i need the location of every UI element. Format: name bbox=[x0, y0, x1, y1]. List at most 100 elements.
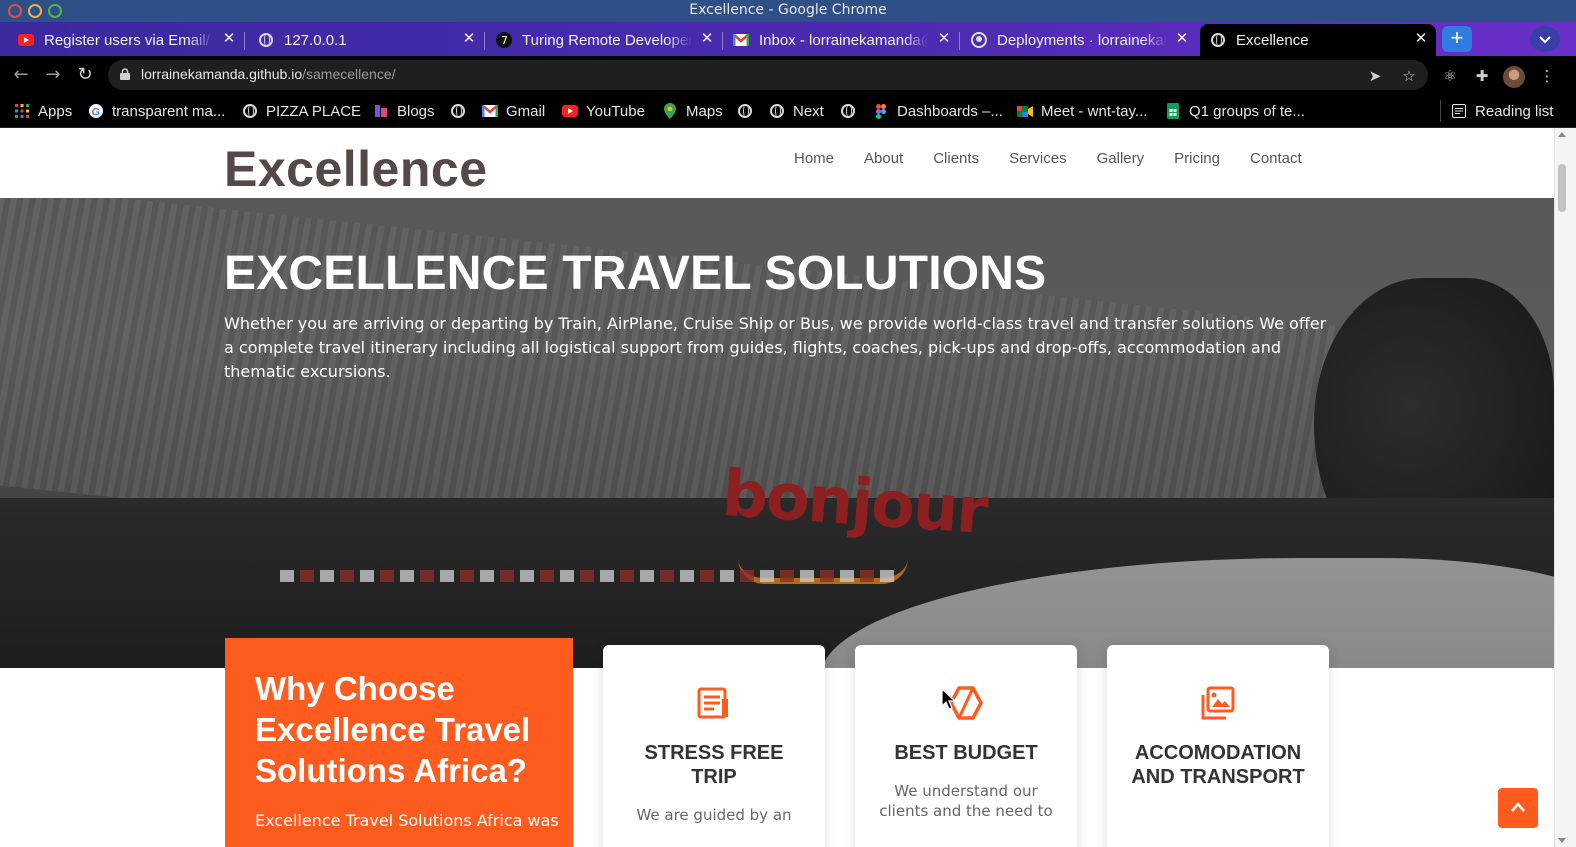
scroll-down-arrow-icon[interactable] bbox=[1558, 838, 1566, 843]
site-logo[interactable]: Excellence bbox=[224, 140, 488, 198]
forward-arrow-icon[interactable]: → bbox=[42, 64, 64, 86]
why-choose-card: Why Choose Excellence Travel Solutions A… bbox=[225, 638, 573, 847]
star-icon[interactable]: ☆ bbox=[1400, 67, 1418, 85]
window-title: Excellence - Google Chrome bbox=[689, 2, 887, 18]
tab-separator bbox=[244, 32, 245, 50]
apps-grid-icon bbox=[14, 103, 30, 119]
bookmark-label: Q1 groups of te... bbox=[1189, 102, 1305, 120]
youtube-icon bbox=[562, 103, 578, 119]
scrollbar-thumb[interactable] bbox=[1558, 164, 1566, 212]
bookmark-label: Apps bbox=[38, 102, 73, 120]
reading-list-label: Reading list bbox=[1475, 102, 1554, 120]
bookmark-apps[interactable]: Apps bbox=[14, 100, 72, 122]
bookmark-label: Gmail bbox=[506, 102, 546, 120]
feature-text: We understand our clients and the need t… bbox=[879, 782, 1053, 820]
bookmark-next[interactable]: Next bbox=[769, 100, 824, 122]
bookmark-blogs[interactable]: Blogs bbox=[373, 100, 435, 122]
tab-separator bbox=[484, 32, 485, 50]
bookmark-dashboards[interactable]: Dashboards –... bbox=[873, 100, 1003, 122]
bookmark-globe-1[interactable] bbox=[450, 100, 474, 122]
nav-services[interactable]: Services bbox=[1009, 150, 1067, 167]
why-choose-title: Why Choose Excellence Travel Solutions A… bbox=[255, 670, 531, 789]
globe-icon bbox=[258, 32, 274, 48]
globe-icon bbox=[450, 103, 466, 119]
url-path: /samecellence/ bbox=[302, 66, 396, 82]
tab-separator bbox=[959, 32, 960, 50]
tab-label: Register users via Email/ S bbox=[44, 31, 214, 49]
extensions-puzzle-icon[interactable]: ✚ bbox=[1472, 66, 1492, 86]
menu-kebab-icon[interactable]: ⋮ bbox=[1537, 66, 1557, 86]
feature-title: ACCOMODATION AND TRANSPORT bbox=[1131, 742, 1305, 788]
tab-gmail-inbox[interactable]: Inbox - lorrainekamanda@ ✕ bbox=[733, 24, 960, 56]
feature-card-accomodation: ACCOMODATION AND TRANSPORT bbox=[1107, 645, 1329, 847]
react-devtools-icon[interactable]: ⚛ bbox=[1440, 66, 1460, 86]
meet-icon bbox=[1017, 103, 1033, 119]
bookmark-transparent[interactable]: G transparent ma... bbox=[88, 100, 225, 122]
feature-card-stress-free: STRESS FREE TRIP We are guided by an bbox=[603, 645, 825, 847]
url-domain: lorrainekamanda.github.io bbox=[141, 66, 303, 82]
nav-home[interactable]: Home bbox=[794, 150, 834, 167]
svg-text:7: 7 bbox=[501, 34, 508, 47]
send-icon[interactable]: ➤ bbox=[1366, 67, 1384, 85]
bookmark-youtube[interactable]: YouTube bbox=[562, 100, 645, 122]
nav-pricing[interactable]: Pricing bbox=[1174, 150, 1220, 167]
reading-list-icon bbox=[1451, 103, 1467, 119]
figma-icon bbox=[873, 103, 889, 119]
bookmark-label: PIZZA PLACE bbox=[266, 102, 362, 120]
scroll-up-arrow-icon[interactable] bbox=[1558, 132, 1566, 137]
tab-localhost[interactable]: 127.0.0.1 ✕ bbox=[258, 24, 485, 56]
tab-label: 127.0.0.1 bbox=[284, 31, 347, 49]
bookmark-meet[interactable]: Meet - wnt-tay... bbox=[1017, 100, 1147, 122]
tab-label: Turing Remote Developer bbox=[522, 31, 692, 49]
bookmark-globe-3[interactable] bbox=[840, 100, 864, 122]
tab-close-icon[interactable]: ✕ bbox=[220, 30, 238, 48]
tab-close-icon[interactable]: ✕ bbox=[460, 30, 478, 48]
feature-text: We are guided by an bbox=[636, 806, 792, 824]
bookmark-label: Dashboards –... bbox=[897, 102, 1003, 120]
tab-close-icon[interactable]: ✕ bbox=[1173, 30, 1191, 48]
page-viewport[interactable]: Excellence Home About Clients Services G… bbox=[0, 128, 1554, 847]
bookmark-label: transparent ma... bbox=[112, 102, 226, 120]
bookmark-label: Next bbox=[793, 102, 824, 120]
feature-title: BEST BUDGET bbox=[894, 742, 1038, 764]
bookmark-label: Maps bbox=[686, 102, 723, 120]
lock-icon bbox=[120, 68, 130, 80]
tab-register-users[interactable]: Register users via Email/ S ✕ bbox=[18, 24, 245, 56]
tab-excellence[interactable]: Excellence ✕ bbox=[1200, 24, 1436, 56]
tab-close-icon[interactable]: ✕ bbox=[698, 30, 716, 48]
nav-clients[interactable]: Clients bbox=[933, 150, 979, 167]
nav-about[interactable]: About bbox=[864, 150, 903, 167]
reading-list[interactable]: Reading list bbox=[1440, 100, 1553, 122]
globe-icon bbox=[737, 103, 753, 119]
sheets-icon bbox=[1165, 103, 1181, 119]
browser-toolbar: ← → ↻ lorrainekamanda.github.io/samecell… bbox=[0, 56, 1576, 94]
hero-title: EXCELLENCE TRAVEL SOLUTIONS bbox=[224, 247, 1047, 300]
address-bar[interactable]: lorrainekamanda.github.io/samecellence/ … bbox=[108, 60, 1428, 90]
gmail-icon bbox=[482, 103, 498, 119]
bookmark-maps[interactable]: Maps bbox=[662, 100, 723, 122]
bookmark-globe-2[interactable] bbox=[737, 100, 761, 122]
turing-icon: 7 bbox=[496, 32, 512, 48]
back-to-top-button[interactable] bbox=[1498, 788, 1538, 828]
tab-search-button[interactable] bbox=[1530, 26, 1560, 52]
url-text: lorrainekamanda.github.io/samecellence/ bbox=[141, 66, 396, 82]
globe-icon bbox=[769, 103, 785, 119]
tab-close-icon[interactable]: ✕ bbox=[935, 30, 953, 48]
nav-contact[interactable]: Contact bbox=[1250, 150, 1302, 167]
bookmark-gmail[interactable]: Gmail bbox=[482, 100, 545, 122]
nav-gallery[interactable]: Gallery bbox=[1097, 150, 1145, 167]
reload-icon[interactable]: ↻ bbox=[74, 64, 96, 86]
new-tab-button[interactable]: + bbox=[1442, 26, 1472, 52]
tab-turing[interactable]: 7 Turing Remote Developer ✕ bbox=[496, 24, 723, 56]
bookmarks-bar: Apps G transparent ma... PIZZA PLACE Blo… bbox=[0, 94, 1576, 128]
tab-close-icon[interactable]: ✕ bbox=[1412, 30, 1430, 48]
bookmark-pizza-place[interactable]: PIZZA PLACE bbox=[242, 100, 361, 122]
bookmark-q1-groups[interactable]: Q1 groups of te... bbox=[1165, 100, 1305, 122]
back-arrow-icon[interactable]: ← bbox=[10, 64, 32, 86]
tab-label: Inbox - lorrainekamanda@ bbox=[759, 31, 929, 49]
tab-github-deployments[interactable]: Deployments · lorrainekan ✕ bbox=[971, 24, 1197, 56]
tab-label: Deployments · lorrainekan bbox=[997, 31, 1167, 49]
hero-text: Whether you are arriving or departing by… bbox=[224, 314, 1327, 381]
avatar[interactable] bbox=[1503, 66, 1525, 88]
page-scrollbar[interactable] bbox=[1554, 128, 1576, 847]
